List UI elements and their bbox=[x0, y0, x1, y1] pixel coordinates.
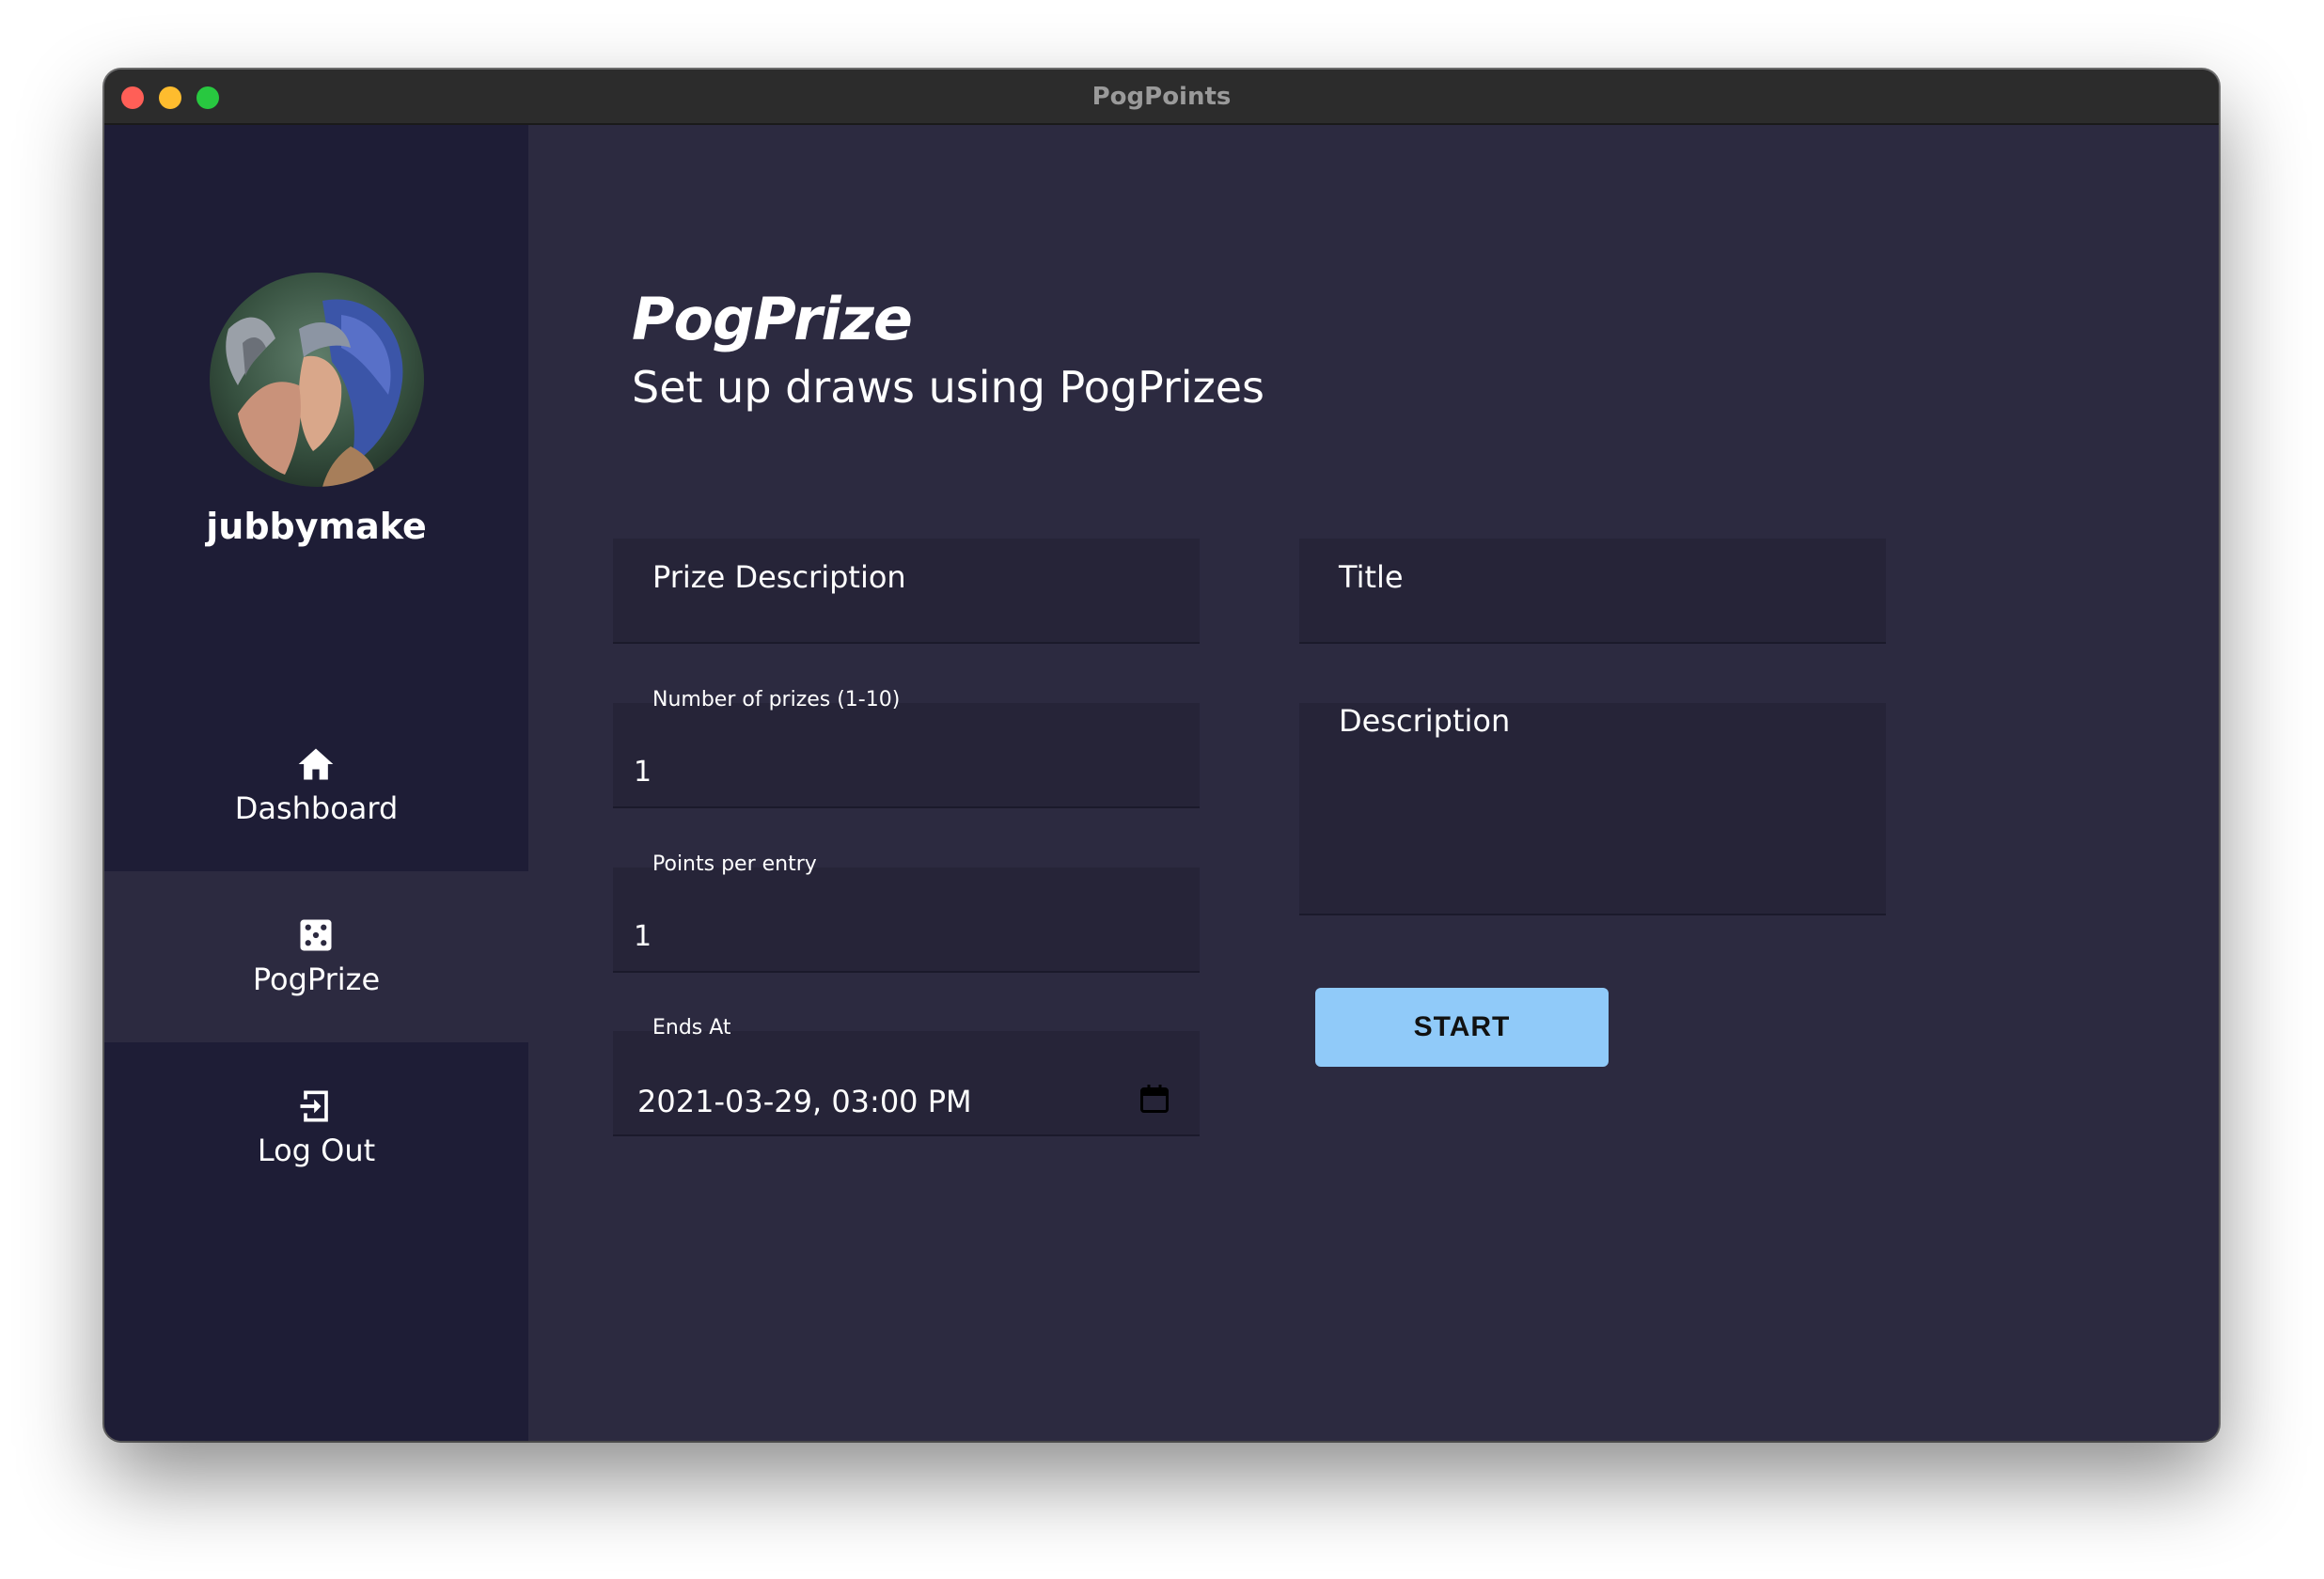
sidebar-item-label: PogPrize bbox=[252, 961, 381, 997]
title-bar: PogPoints bbox=[104, 70, 2219, 125]
sidebar-item-pogprize[interactable]: PogPrize bbox=[104, 871, 528, 1042]
title-label: Title bbox=[1339, 559, 1404, 595]
sidebar: jubbymake Dashboard PogPrize Log Out bbox=[104, 125, 528, 1441]
ends-at-field[interactable]: Ends At 2021-03-29, 03:00 PM bbox=[613, 1016, 1200, 1136]
number-of-prizes-field[interactable]: Number of prizes (1-10) 1 bbox=[613, 688, 1200, 808]
start-button[interactable]: START bbox=[1315, 988, 1609, 1067]
title-field[interactable]: Title bbox=[1299, 539, 1886, 644]
dice-icon bbox=[300, 919, 332, 951]
avatar-image bbox=[210, 273, 424, 487]
number-of-prizes-label: Number of prizes (1-10) bbox=[652, 688, 901, 711]
prize-description-label: Prize Description bbox=[652, 559, 906, 595]
sidebar-item-label: Dashboard bbox=[234, 790, 399, 826]
sidebar-item-dashboard[interactable]: Dashboard bbox=[104, 700, 528, 871]
points-per-entry-field[interactable]: Points per entry 1 bbox=[613, 852, 1200, 973]
home-icon bbox=[298, 748, 334, 780]
avatar bbox=[210, 273, 424, 487]
ends-at-value[interactable]: 2021-03-29, 03:00 PM bbox=[637, 1084, 972, 1119]
window-title: PogPoints bbox=[1091, 83, 1232, 111]
number-of-prizes-value[interactable]: 1 bbox=[634, 756, 652, 789]
page-subtitle: Set up draws using PogPrizes bbox=[632, 362, 1264, 413]
points-per-entry-value[interactable]: 1 bbox=[634, 920, 652, 953]
description-label: Description bbox=[1339, 703, 1511, 739]
sidebar-item-logout[interactable]: Log Out bbox=[104, 1042, 528, 1213]
main-content: PogPrize Set up draws using PogPrizes Pr… bbox=[528, 125, 2219, 1441]
calendar-icon[interactable] bbox=[1138, 1082, 1171, 1116]
page-title: PogPrize bbox=[632, 285, 913, 353]
sidebar-item-label: Log Out bbox=[257, 1133, 376, 1168]
app-window: PogPoints jubbymake Dashboard PogPrize L… bbox=[104, 70, 2219, 1441]
prize-description-field[interactable]: Prize Description bbox=[613, 539, 1200, 644]
ends-at-label: Ends At bbox=[652, 1016, 731, 1040]
description-field[interactable]: Description bbox=[1299, 703, 1886, 915]
points-per-entry-label: Points per entry bbox=[652, 852, 817, 876]
username: jubbymake bbox=[206, 506, 427, 547]
logout-icon bbox=[300, 1090, 328, 1122]
